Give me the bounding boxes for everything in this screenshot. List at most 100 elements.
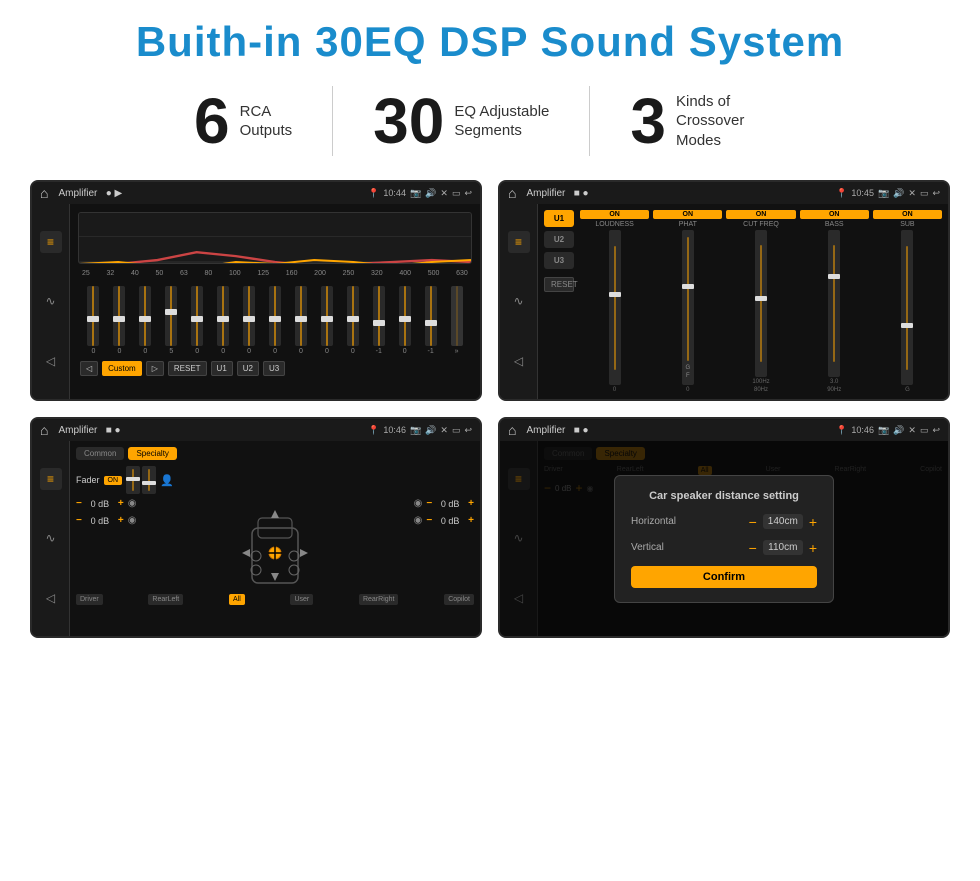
xo-preset-u2[interactable]: U2 [544,231,574,248]
fader-back-icon[interactable]: ↩ [464,425,472,436]
freq-40: 40 [131,270,139,277]
eq-slider-6: 0 [238,286,261,355]
dialog-volume-icon: 🔊 [893,425,904,436]
xo-phat-on[interactable]: ON [653,210,722,219]
fader-car-diagram [240,498,310,588]
stat-crossover-label: Kinds ofCrossover Modes [676,92,786,151]
dialog-screen-card: ⌂ Amplifier ■ ● 📍 10:46 📷 🔊 ✕ ▭ ↩ ≡ ∿ [498,417,950,638]
eq-play-btn[interactable]: ▷ [146,361,164,376]
eq-u3-btn[interactable]: U3 [263,361,285,376]
fader-db-val-3: 0 dB [436,499,464,509]
xo-sub-slider[interactable] [901,230,913,385]
xo-cutfreq-on[interactable]: ON [726,210,795,219]
xo-preset-u1[interactable]: U1 [544,210,574,227]
fader-screen-content: ≡ ∿ ◁ Common Specialty Fader ON [32,441,480,636]
fader-speaker-l2: ◉ [128,515,137,526]
eq-slider-5: 0 [212,286,235,355]
eq-custom-btn[interactable]: Custom [102,361,142,376]
eq-slider-13: -1 [419,286,442,355]
xo-loudness-on[interactable]: ON [580,210,649,219]
stat-crossover-number: 3 [630,89,666,153]
fader-label-copilot[interactable]: Copilot [444,594,474,605]
dialog-back-icon[interactable]: ↩ [932,425,940,436]
xo-loudness-slider[interactable] [609,230,621,385]
fader-sidebar-wave[interactable]: ∿ [40,527,62,549]
xo-back-icon[interactable]: ↩ [932,188,940,199]
xo-sidebar-eq[interactable]: ≡ [508,231,530,253]
xo-cutfreq-slider[interactable] [755,230,767,377]
fader-label-rearright[interactable]: RearRight [359,594,399,605]
eq-sidebar-wave[interactable]: ∿ [40,290,62,312]
fader-tab-common[interactable]: Common [76,447,124,460]
fader-sidebar-speaker[interactable]: ◁ [40,587,62,609]
fader-speaker-r2: ◉ [414,515,423,526]
xo-phat-val: 0 [686,387,689,393]
xo-preset-u3[interactable]: U3 [544,252,574,269]
dialog-vertical-plus[interactable]: + [809,540,817,556]
dialog-home-icon[interactable]: ⌂ [508,422,516,438]
eq-u2-btn[interactable]: U2 [237,361,259,376]
stat-crossover: 3 Kinds ofCrossover Modes [590,89,826,153]
eq-screen-content: ≡ ∿ ◁ [32,204,480,399]
stat-eq-label: EQ AdjustableSegments [454,102,549,141]
fader-label-driver[interactable]: Driver [76,594,103,605]
freq-100: 100 [229,270,241,277]
back-icon[interactable]: ↩ [464,188,472,199]
xo-bass-freq: 90Hz [827,387,841,393]
dialog-screen-title: Amplifier ■ ● [526,425,830,436]
xo-sidebar-speaker[interactable]: ◁ [508,350,530,372]
xo-home-icon[interactable]: ⌂ [508,185,516,201]
fader-plus-3[interactable]: + [468,498,474,509]
stat-eq-number: 30 [373,89,444,153]
fader-bottom-labels: Driver RearLeft All User RearRight Copil… [76,594,474,605]
fader-sidebar-eq[interactable]: ≡ [40,468,62,490]
xo-reset-btn[interactable]: RESET [544,277,574,292]
xo-bass-on[interactable]: ON [800,210,869,219]
xo-camera-icon: 📷 [878,188,889,199]
fader-db-row-1: − 0 dB + ◉ [76,498,236,509]
fader-minus-1[interactable]: − [76,498,82,509]
fader-minus-3[interactable]: − [426,498,432,509]
fader-label-rearleft[interactable]: RearLeft [148,594,183,605]
freq-63: 63 [180,270,188,277]
xo-sub-on[interactable]: ON [873,210,942,219]
dialog-vertical-minus[interactable]: − [749,540,757,556]
fader-location-icon: 📍 [368,425,379,436]
xo-sidebar-wave[interactable]: ∿ [508,290,530,312]
fader-label-all[interactable]: All [229,594,245,605]
fader-home-icon[interactable]: ⌂ [40,422,48,438]
eq-slider-8: 0 [290,286,313,355]
fader-plus-2[interactable]: + [118,515,124,526]
home-icon[interactable]: ⌂ [40,185,48,201]
close-icon: ✕ [440,188,448,199]
dialog-horizontal-plus[interactable]: + [809,514,817,530]
fader-db-val-2: 0 dB [86,516,114,526]
eq-slider-4: 0 [186,286,209,355]
eq-sidebar-speaker[interactable]: ◁ [40,350,62,372]
freq-50: 50 [156,270,164,277]
xo-sub-label: SUB [900,221,914,228]
fader-volume-icon: 🔊 [425,425,436,436]
xo-cutfreq-val2: 80Hz [754,387,768,393]
screens-grid: ⌂ Amplifier ● ▶ 📍 10:44 📷 🔊 ✕ ▭ ↩ ≡ ∿ ◁ [30,180,950,638]
fader-plus-4[interactable]: + [468,515,474,526]
fader-main: Common Specialty Fader ON 👤 [70,441,480,636]
eq-prev-btn[interactable]: ◁ [80,361,98,376]
dialog-title: Car speaker distance setting [631,490,817,502]
xo-phat-slider[interactable]: G F [682,230,694,385]
fader-label-user[interactable]: User [290,594,313,605]
fader-plus-1[interactable]: + [118,498,124,509]
xo-sidebar: ≡ ∿ ◁ [500,204,538,399]
fader-on-button[interactable]: ON [104,476,123,485]
fader-tab-specialty[interactable]: Specialty [128,447,176,460]
eq-reset-btn[interactable]: RESET [168,361,207,376]
confirm-button[interactable]: Confirm [631,566,817,588]
fader-minus-2[interactable]: − [76,515,82,526]
xo-bass-slider[interactable] [828,230,840,377]
fader-person-icon[interactable]: 👤 [160,474,174,487]
eq-sidebar-eq[interactable]: ≡ [40,231,62,253]
fader-minus-4[interactable]: − [426,515,432,526]
xo-window-icon: ▭ [920,188,929,199]
eq-u1-btn[interactable]: U1 [211,361,233,376]
dialog-horizontal-minus[interactable]: − [749,514,757,530]
